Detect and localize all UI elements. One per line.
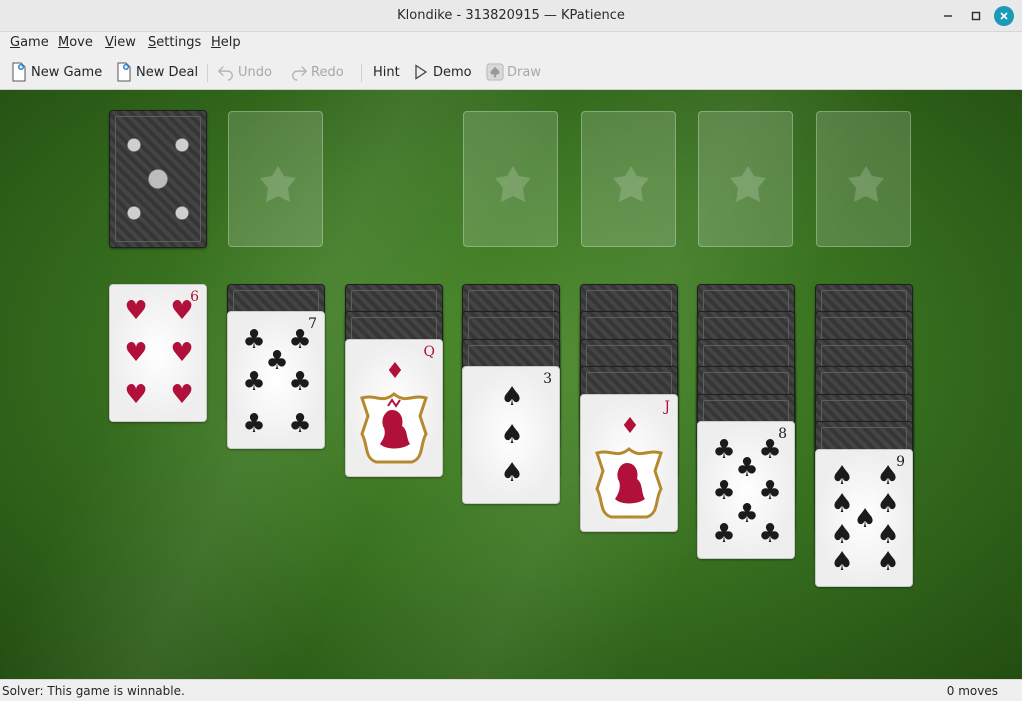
foundation-slot[interactable] <box>463 111 558 247</box>
draw-label: Draw <box>507 64 541 80</box>
heart-icon: ♥ <box>170 296 194 326</box>
menu-bar: Game Move View Settings Help <box>0 32 1022 54</box>
maximize-button[interactable] <box>966 6 986 26</box>
minimize-button[interactable] <box>938 6 958 26</box>
card-9-spades[interactable]: 9 ♠ ♠ ♠ ♠ ♠ ♠ ♠ ♠ ♠ <box>815 449 913 587</box>
club-icon: ♣ <box>288 409 312 439</box>
spade-card-icon <box>486 62 504 82</box>
club-icon: ♣ <box>758 435 782 465</box>
game-board[interactable]: 6 ♥ ♥ ♥ ♥ ♥ ♥ 7 ♣ ♣ ♣ ♣ ♣ ♣ ♣ Q ♦ 3 ♠ ♠ … <box>0 90 1022 679</box>
card-7-clubs[interactable]: 7 ♣ ♣ ♣ ♣ ♣ ♣ ♣ <box>227 311 325 449</box>
heart-icon: ♥ <box>124 296 148 326</box>
window-title: Klondike - 313820915 — KPatience <box>397 8 625 23</box>
club-icon: ♣ <box>712 476 736 506</box>
new-game-button[interactable]: New Game <box>10 60 102 84</box>
undo-button[interactable]: Undo <box>217 60 272 84</box>
spade-icon: ♠ <box>830 461 854 491</box>
card-6-hearts[interactable]: 6 ♥ ♥ ♥ ♥ ♥ ♥ <box>109 284 207 422</box>
waste-pile[interactable] <box>228 111 323 247</box>
jack-portrait-icon <box>595 447 663 519</box>
club-icon: ♣ <box>735 499 759 529</box>
redo-label: Redo <box>311 64 344 80</box>
club-icon: ♣ <box>265 346 289 376</box>
club-icon: ♣ <box>758 519 782 549</box>
menu-settings[interactable]: Settings <box>148 35 201 50</box>
foundation-slot[interactable] <box>698 111 793 247</box>
heart-icon: ♥ <box>124 380 148 410</box>
queen-portrait-icon <box>360 392 428 464</box>
card-rank: J <box>664 399 670 415</box>
card-emblem-icon <box>260 166 296 202</box>
undo-label: Undo <box>238 64 272 80</box>
spade-icon: ♠ <box>876 520 900 550</box>
spade-icon: ♠ <box>853 504 877 534</box>
play-icon <box>412 62 430 82</box>
card-rank: Q <box>423 344 435 360</box>
new-document-icon <box>115 62 133 82</box>
menu-move[interactable]: Move <box>58 35 93 50</box>
diamond-icon: ♦ <box>620 414 640 439</box>
solver-status: Solver: This game is winnable. <box>2 684 185 698</box>
spade-icon: ♠ <box>500 382 524 412</box>
club-icon: ♣ <box>242 409 266 439</box>
new-game-label: New Game <box>31 64 103 80</box>
spade-icon: ♠ <box>830 547 854 577</box>
title-bar: Klondike - 313820915 — KPatience <box>0 0 1022 32</box>
foundation-slot[interactable] <box>816 111 911 247</box>
redo-button[interactable]: Redo <box>290 60 344 84</box>
card-rank: 3 <box>543 371 552 387</box>
spade-icon: ♠ <box>876 461 900 491</box>
minimize-icon <box>944 15 952 17</box>
card-emblem-icon <box>613 166 649 202</box>
new-deal-button[interactable]: New Deal <box>115 60 198 84</box>
heart-icon: ♥ <box>170 338 194 368</box>
menu-help[interactable]: Help <box>211 35 241 50</box>
close-icon <box>1000 12 1008 20</box>
card-3-spades[interactable]: 3 ♠ ♠ ♠ <box>462 366 560 504</box>
spade-icon: ♠ <box>830 520 854 550</box>
status-bar: Solver: This game is winnable. 0 moves <box>0 679 1022 701</box>
demo-button[interactable]: Demo <box>412 60 472 84</box>
card-8-clubs[interactable]: 8 ♣ ♣ ♣ ♣ ♣ ♣ ♣ ♣ <box>697 421 795 559</box>
spade-icon: ♠ <box>500 458 524 488</box>
menu-view[interactable]: View <box>105 35 136 50</box>
heart-icon: ♥ <box>124 338 148 368</box>
club-icon: ♣ <box>712 435 736 465</box>
new-document-icon <box>10 62 28 82</box>
spade-icon: ♠ <box>830 489 854 519</box>
spade-icon: ♠ <box>500 420 524 450</box>
new-deal-label: New Deal <box>136 64 199 80</box>
diamond-icon: ♦ <box>385 359 405 384</box>
club-icon: ♣ <box>712 519 736 549</box>
club-icon: ♣ <box>242 367 266 397</box>
club-icon: ♣ <box>288 367 312 397</box>
maximize-icon <box>971 11 981 21</box>
card-jack-diamonds[interactable]: J ♦ <box>580 394 678 532</box>
toolbar-separator <box>361 64 362 82</box>
club-icon: ♣ <box>288 325 312 355</box>
toolbar: New Game New Deal Undo Redo Hint Demo Dr… <box>0 54 1022 90</box>
card-emblem-icon <box>730 166 766 202</box>
card-emblem-icon <box>495 166 531 202</box>
hint-label: Hint <box>373 64 400 80</box>
club-icon: ♣ <box>758 476 782 506</box>
toolbar-separator <box>207 64 208 82</box>
menu-game[interactable]: Game <box>10 35 49 50</box>
redo-icon <box>290 62 308 82</box>
undo-icon <box>217 62 235 82</box>
draw-button[interactable]: Draw <box>486 60 541 84</box>
card-emblem-icon <box>848 166 884 202</box>
spade-icon: ♠ <box>876 547 900 577</box>
demo-label: Demo <box>433 64 472 80</box>
club-icon: ♣ <box>735 453 759 483</box>
stock-pile[interactable] <box>109 110 207 248</box>
spade-icon: ♠ <box>876 489 900 519</box>
foundation-slot[interactable] <box>581 111 676 247</box>
card-queen-diamonds[interactable]: Q ♦ <box>345 339 443 477</box>
close-button[interactable] <box>994 6 1014 26</box>
heart-icon: ♥ <box>170 380 194 410</box>
hint-button[interactable]: Hint <box>373 60 400 84</box>
club-icon: ♣ <box>242 325 266 355</box>
move-count: 0 moves <box>946 684 998 698</box>
